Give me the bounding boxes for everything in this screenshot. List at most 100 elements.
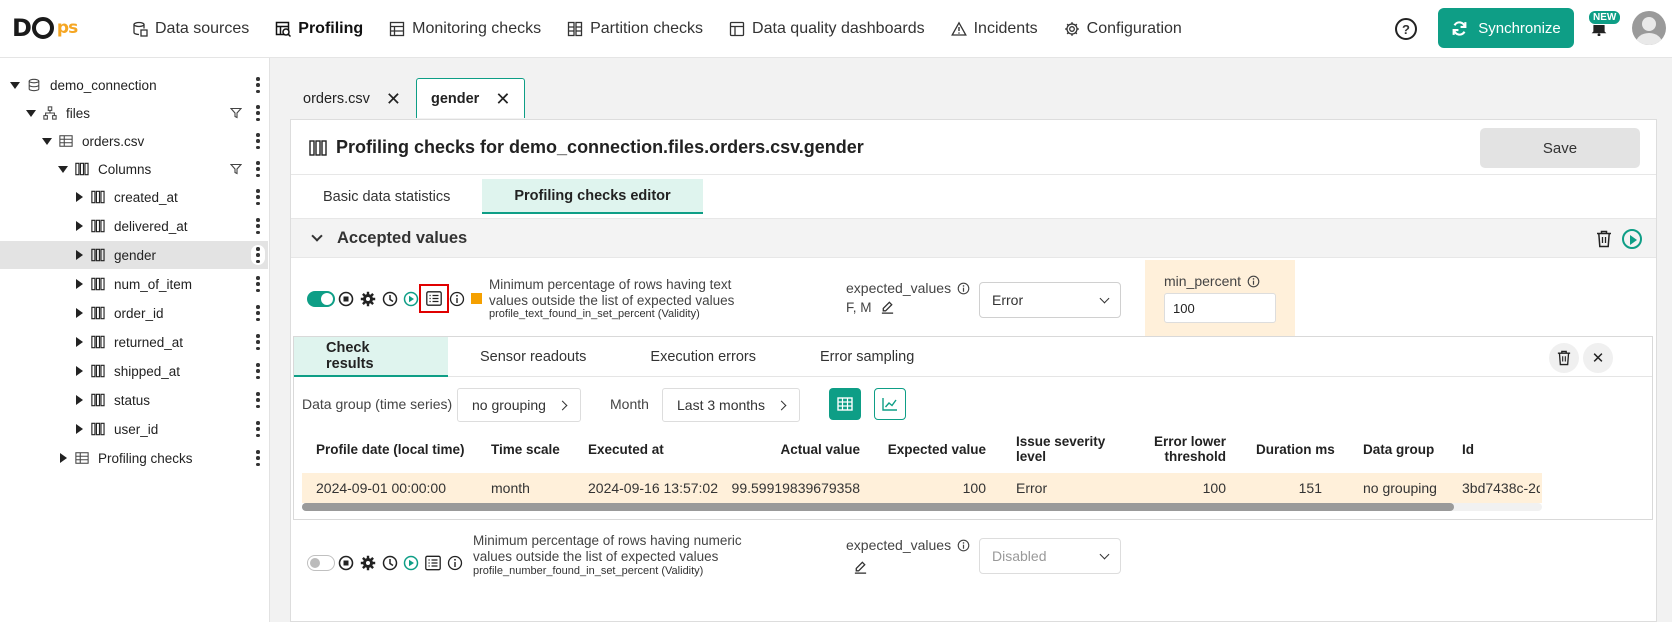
horizontal-scrollbar[interactable] <box>302 503 1542 511</box>
info-icon[interactable] <box>447 555 463 571</box>
close-icon[interactable]: ✕ <box>386 90 401 108</box>
kebab-menu-icon[interactable] <box>256 392 260 408</box>
caret-right-icon[interactable] <box>76 221 83 231</box>
list-icon[interactable] <box>425 555 441 571</box>
nav-data-sources[interactable]: Data sources <box>132 20 249 38</box>
clock-icon[interactable] <box>382 555 398 571</box>
kebab-menu-icon[interactable] <box>256 133 260 149</box>
kebab-menu-icon[interactable] <box>256 363 260 379</box>
caret-down-icon[interactable] <box>10 81 20 89</box>
tab-orders-csv[interactable]: orders.csv ✕ <box>288 78 416 118</box>
tree-item-column[interactable]: order_id <box>0 299 268 327</box>
nav-monitoring-checks[interactable]: Monitoring checks <box>389 20 541 38</box>
tab-basic-data-statistics[interactable]: Basic data statistics <box>291 179 482 214</box>
clock-icon[interactable] <box>382 291 398 307</box>
caret-down-icon[interactable] <box>42 137 52 145</box>
edit-icon[interactable] <box>853 560 868 575</box>
tree-item-column[interactable]: returned_at <box>0 328 268 356</box>
table-row[interactable]: 2024-09-01 00:00:00 month 2024-09-16 13:… <box>302 473 1542 503</box>
kebab-menu-icon[interactable] <box>256 334 260 350</box>
severity-select[interactable]: Error <box>979 282 1121 318</box>
filter-icon[interactable] <box>230 163 242 175</box>
chart-view-button[interactable] <box>874 388 906 420</box>
run-check-icon[interactable] <box>403 555 419 571</box>
check-enable-toggle[interactable] <box>307 291 335 307</box>
tab-execution-errors[interactable]: Execution errors <box>618 337 788 377</box>
run-check-icon[interactable] <box>403 291 419 307</box>
stop-circle-icon[interactable] <box>338 555 354 571</box>
caret-down-icon[interactable] <box>58 165 68 173</box>
tree-item-column-selected[interactable]: gender <box>0 241 268 269</box>
check-enable-toggle[interactable] <box>307 555 335 571</box>
run-checks-icon[interactable] <box>1622 229 1642 249</box>
close-results-button[interactable]: ✕ <box>1583 343 1613 373</box>
severity-select[interactable]: Disabled <box>979 538 1121 574</box>
caret-right-icon[interactable] <box>76 308 83 318</box>
trash-icon[interactable] <box>1596 230 1612 248</box>
caret-right-icon[interactable] <box>76 250 83 260</box>
nav-configuration[interactable]: Configuration <box>1064 20 1182 38</box>
caret-right-icon[interactable] <box>76 279 83 289</box>
info-icon[interactable] <box>957 282 970 295</box>
kebab-menu-icon[interactable] <box>256 450 260 466</box>
gear-icon[interactable] <box>360 555 376 571</box>
kebab-menu-icon[interactable] <box>256 218 260 234</box>
chevron-down-icon[interactable] <box>311 230 323 242</box>
filter-icon[interactable] <box>230 107 242 119</box>
kebab-menu-icon[interactable] <box>256 421 260 437</box>
nav-data-quality-dashboards[interactable]: Data quality dashboards <box>729 20 925 38</box>
tree-item-column[interactable]: created_at <box>0 183 268 211</box>
data-group-select[interactable]: no grouping <box>457 388 581 422</box>
dqops-logo[interactable]: Dps <box>12 14 78 42</box>
stop-circle-icon[interactable] <box>338 291 354 307</box>
kebab-menu-icon[interactable] <box>256 77 260 93</box>
tab-sensor-readouts[interactable]: Sensor readouts <box>448 337 618 377</box>
tree-item-column[interactable]: delivered_at <box>0 212 268 240</box>
tree-item-columns[interactable]: Columns <box>0 155 268 183</box>
kebab-menu-icon[interactable] <box>256 276 260 292</box>
check-results-button-highlight[interactable] <box>419 284 449 313</box>
tab-profiling-checks-editor[interactable]: Profiling checks editor <box>482 179 703 214</box>
caret-right-icon[interactable] <box>76 337 83 347</box>
nav-profiling[interactable]: Profiling <box>275 20 363 38</box>
tree-item-connection[interactable]: demo_connection <box>0 71 268 99</box>
caret-right-icon[interactable] <box>76 192 83 202</box>
threshold-input[interactable]: 100 <box>1164 293 1276 323</box>
kebab-menu-icon[interactable] <box>256 161 260 177</box>
info-icon[interactable] <box>957 539 970 552</box>
tree-item-column[interactable]: status <box>0 386 268 414</box>
category-accepted-values[interactable]: Accepted values <box>291 218 1656 258</box>
kebab-menu-icon[interactable] <box>256 189 260 205</box>
nav-incidents[interactable]: Incidents <box>950 20 1038 38</box>
save-button[interactable]: Save <box>1480 128 1640 168</box>
close-icon[interactable]: ✕ <box>495 90 510 108</box>
caret-right-icon[interactable] <box>60 453 67 463</box>
caret-right-icon[interactable] <box>76 395 83 405</box>
scrollbar-thumb[interactable] <box>302 503 1454 511</box>
month-select[interactable]: Last 3 months <box>662 388 800 422</box>
gear-icon[interactable] <box>360 291 376 307</box>
kebab-menu-icon[interactable] <box>256 105 260 121</box>
kebab-menu-icon[interactable] <box>251 245 265 265</box>
info-icon[interactable] <box>1247 275 1260 288</box>
tree-item-column[interactable]: shipped_at <box>0 357 268 385</box>
user-avatar[interactable] <box>1632 11 1666 45</box>
table-view-button[interactable] <box>829 388 861 420</box>
caret-down-icon[interactable] <box>26 109 36 117</box>
tree-item-column[interactable]: num_of_item <box>0 270 268 298</box>
caret-right-icon[interactable] <box>76 366 83 376</box>
tree-item-column[interactable]: user_id <box>0 415 268 443</box>
tab-check-results[interactable]: Check results <box>294 337 448 377</box>
help-button[interactable]: ? <box>1395 18 1417 40</box>
tab-gender[interactable]: gender ✕ <box>415 78 526 118</box>
nav-partition-checks[interactable]: Partition checks <box>567 20 703 38</box>
synchronize-button[interactable]: Synchronize <box>1438 8 1574 48</box>
caret-right-icon[interactable] <box>76 424 83 434</box>
info-icon[interactable] <box>449 291 465 307</box>
edit-icon[interactable] <box>880 300 895 315</box>
kebab-menu-icon[interactable] <box>256 305 260 321</box>
tree-item-profiling-checks[interactable]: Profiling checks <box>0 444 268 472</box>
tab-error-sampling[interactable]: Error sampling <box>788 337 946 377</box>
tree-item-schema[interactable]: files <box>0 99 268 127</box>
tree-item-table[interactable]: orders.csv <box>0 127 268 155</box>
